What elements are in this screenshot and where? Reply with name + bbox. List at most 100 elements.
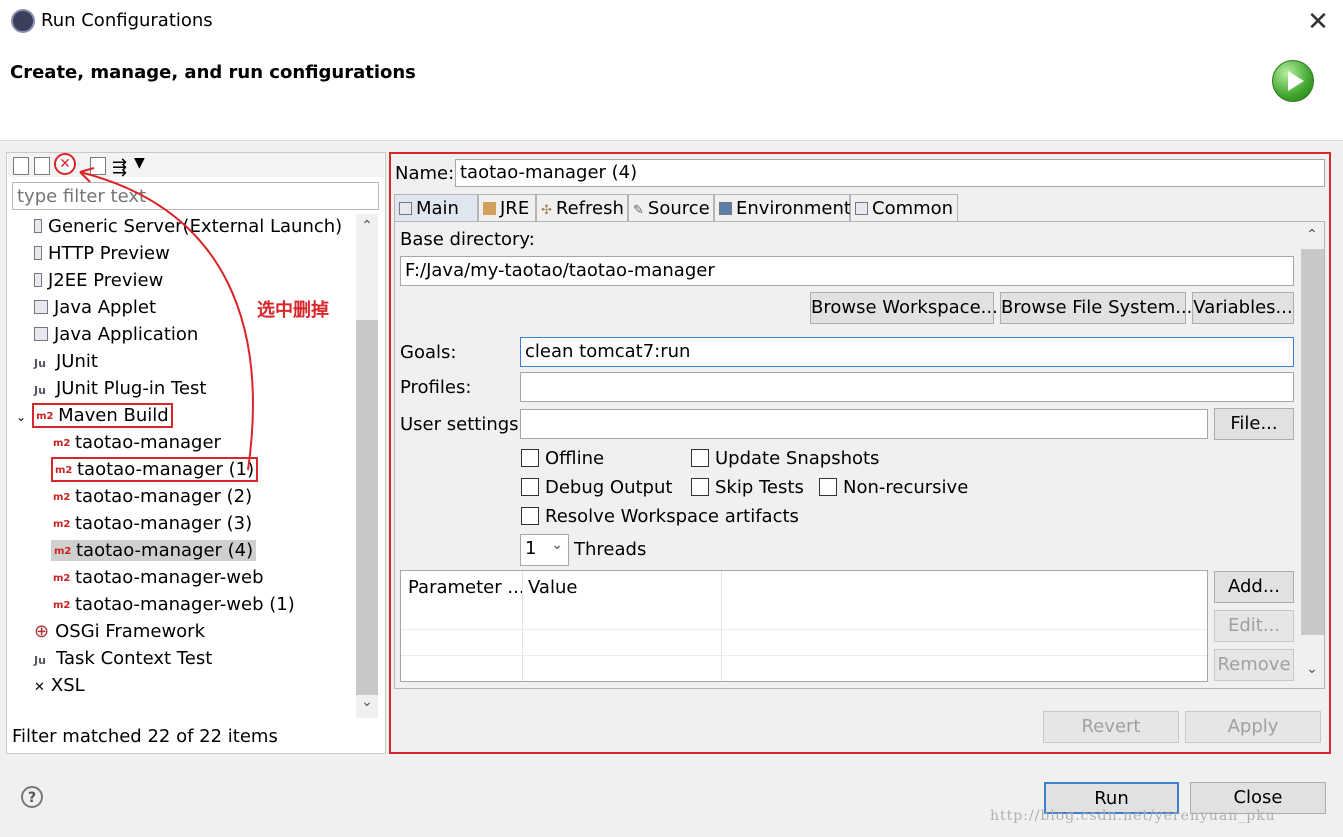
- non-recursive-checkbox[interactable]: [819, 478, 837, 496]
- filter-status: Filter matched 22 of 22 items: [12, 726, 278, 747]
- value-column-header[interactable]: Value: [528, 577, 577, 598]
- tree-item-generic-server[interactable]: Generic Server(External Launch): [34, 214, 342, 240]
- edit-button[interactable]: Edit...: [1214, 610, 1294, 642]
- close-window-icon[interactable]: ✕: [1302, 6, 1334, 38]
- debug-output-checkbox[interactable]: [521, 478, 539, 496]
- user-settings-input[interactable]: [520, 409, 1208, 439]
- base-directory-input[interactable]: F:/Java/my-taotao/taotao-manager: [400, 256, 1294, 286]
- skip-tests-label: Skip Tests: [715, 477, 804, 498]
- name-label: Name:: [395, 163, 455, 184]
- tree-item-http-preview[interactable]: HTTP Preview: [34, 241, 170, 267]
- maven-icon: m2: [53, 438, 71, 449]
- maven-icon: m2: [55, 465, 73, 476]
- parameter-table: Parameter ... Value: [400, 570, 1208, 682]
- tree-item-maven-build[interactable]: ⌄ m2 Maven Build: [16, 403, 173, 429]
- update-snapshots-label: Update Snapshots: [715, 448, 880, 469]
- tree-item-taotao-manager-web[interactable]: m2 taotao-manager-web: [53, 565, 264, 591]
- scroll-up-icon[interactable]: ⌃: [1301, 227, 1323, 251]
- profiles-input[interactable]: [520, 372, 1294, 402]
- watermark: http://blog.csdn.net/yerenyuan_pku: [990, 808, 1276, 824]
- update-snapshots-checkbox[interactable]: [691, 449, 709, 467]
- browse-file-system-button[interactable]: Browse File System...: [1000, 292, 1192, 324]
- user-settings-label: User settings:: [400, 414, 525, 435]
- offline-checkbox[interactable]: [521, 449, 539, 467]
- parameter-column-header[interactable]: Parameter ...: [408, 577, 525, 598]
- eclipse-app-icon: [11, 9, 35, 33]
- apply-button[interactable]: Apply: [1185, 711, 1321, 743]
- source-icon: ✎: [633, 203, 644, 218]
- tree-item-taotao-manager[interactable]: m2 taotao-manager: [53, 430, 221, 456]
- remove-button[interactable]: Remove: [1214, 649, 1294, 681]
- revert-button[interactable]: Revert: [1043, 711, 1179, 743]
- tab-source[interactable]: ✎ Source: [628, 194, 714, 221]
- tree-item-osgi[interactable]: ⊕ OSGi Framework: [34, 619, 205, 645]
- dialog-header: [0, 44, 1343, 141]
- non-recursive-label: Non-recursive: [843, 477, 969, 498]
- collapse-all-icon[interactable]: [90, 157, 106, 175]
- tree-item-taotao-manager-web-1[interactable]: m2 taotao-manager-web (1): [53, 592, 295, 618]
- skip-tests-checkbox[interactable]: [691, 478, 709, 496]
- tree-item-xsl[interactable]: ✕ XSL: [34, 673, 85, 699]
- tree-item-taotao-manager-3[interactable]: m2 taotao-manager (3): [53, 511, 252, 537]
- tree-item-task-context[interactable]: Ju Task Context Test: [34, 646, 212, 672]
- duplicate-config-icon[interactable]: [34, 157, 50, 175]
- annotation-text: 选中删掉: [257, 300, 329, 321]
- tree-item-taotao-manager-1[interactable]: m2 taotao-manager (1): [51, 457, 259, 483]
- debug-output-label: Debug Output: [545, 477, 673, 498]
- resolve-workspace-label: Resolve Workspace artifacts: [545, 506, 799, 527]
- offline-label: Offline: [545, 448, 605, 469]
- tree-item-junit-plugin[interactable]: Ju JUnit Plug-in Test: [34, 376, 206, 402]
- new-config-icon[interactable]: [13, 157, 29, 175]
- tree-item-java-application[interactable]: Java Application: [34, 322, 198, 348]
- tab-refresh[interactable]: ✣ Refresh: [536, 194, 628, 221]
- maven-icon: m2: [53, 519, 71, 530]
- dialog-header-title: Create, manage, and run configurations: [10, 62, 416, 83]
- variables-button[interactable]: Variables...: [1192, 292, 1294, 324]
- osgi-icon: ⊕: [34, 621, 50, 642]
- server-icon: [34, 219, 42, 233]
- add-button[interactable]: Add...: [1214, 571, 1294, 603]
- java-app-icon: [34, 327, 48, 341]
- base-directory-label: Base directory:: [400, 229, 535, 250]
- filter-config-icon[interactable]: ⇶: [112, 157, 127, 178]
- resolve-workspace-checkbox[interactable]: [521, 507, 539, 525]
- jre-icon: [483, 202, 496, 215]
- delete-config-icon[interactable]: ✕: [54, 153, 76, 175]
- scroll-down-icon[interactable]: ⌄: [356, 694, 378, 718]
- scroll-down-icon[interactable]: ⌄: [1301, 661, 1323, 685]
- tree-item-taotao-manager-4[interactable]: m2 taotao-manager (4): [51, 538, 257, 564]
- tree-scroll-thumb[interactable]: [356, 320, 378, 695]
- goals-label: Goals:: [400, 342, 457, 363]
- tab-jre[interactable]: JRE: [478, 194, 536, 221]
- column-divider: [522, 571, 523, 681]
- profiles-label: Profiles:: [400, 377, 472, 398]
- threads-select[interactable]: 1 ⌄: [520, 534, 569, 566]
- window-title: Run Configurations: [41, 10, 213, 31]
- tab-environment[interactable]: Environment: [714, 194, 851, 221]
- server-icon: [34, 273, 42, 287]
- name-input[interactable]: taotao-manager (4): [455, 159, 1325, 187]
- server-icon: [34, 246, 42, 260]
- tree-item-junit[interactable]: Ju JUnit: [34, 349, 98, 375]
- tree-item-java-applet[interactable]: Java Applet: [34, 295, 156, 321]
- main-tab-icon: [399, 202, 412, 215]
- chevron-down-icon[interactable]: ⌄: [16, 410, 26, 424]
- filter-input[interactable]: [12, 182, 379, 210]
- scroll-up-icon[interactable]: ⌃: [356, 218, 378, 242]
- toolbar-menu-chevron-icon[interactable]: ▼: [134, 155, 145, 171]
- file-button[interactable]: File...: [1214, 408, 1294, 440]
- environment-icon: [719, 202, 732, 215]
- editor-scroll-thumb[interactable]: [1301, 249, 1324, 635]
- maven-icon: m2: [54, 546, 72, 557]
- help-icon[interactable]: ?: [21, 786, 43, 808]
- run-badge-icon: [1272, 60, 1314, 102]
- goals-input[interactable]: clean tomcat7:run: [520, 337, 1294, 367]
- tab-common[interactable]: Common: [850, 194, 958, 221]
- maven-icon: m2: [53, 573, 71, 584]
- browse-workspace-button[interactable]: Browse Workspace...: [810, 292, 998, 324]
- tab-main[interactable]: Main: [394, 194, 478, 221]
- maven-icon: m2: [53, 492, 71, 503]
- column-divider: [721, 571, 722, 681]
- tree-item-j2ee-preview[interactable]: J2EE Preview: [34, 268, 163, 294]
- tree-item-taotao-manager-2[interactable]: m2 taotao-manager (2): [53, 484, 252, 510]
